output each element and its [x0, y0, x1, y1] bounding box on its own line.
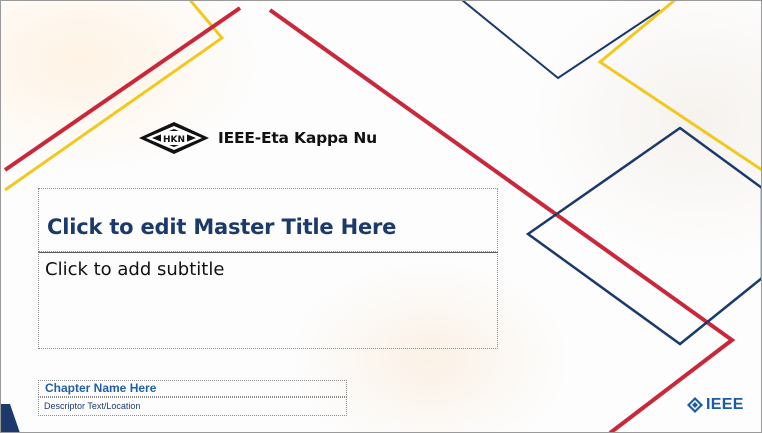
ieee-diamond-icon — [687, 397, 703, 413]
hkn-emblem-text: HKN — [163, 135, 185, 145]
descriptor-placeholder[interactable]: Descriptor Text/Location — [38, 397, 347, 416]
title-text: Click to edit Master Title Here — [47, 215, 397, 239]
navy-v-top — [461, 0, 661, 80]
slide-canvas: HKN IEEE-Eta Kappa Nu Click to edit Mast… — [0, 0, 762, 433]
title-placeholder[interactable]: Click to edit Master Title Here — [38, 188, 498, 252]
navy-diamond-right — [525, 126, 762, 346]
ieee-logo: IEEE — [686, 395, 744, 415]
hkn-diamond-icon: HKN — [139, 122, 209, 154]
subtitle-placeholder[interactable]: Click to add subtitle — [38, 252, 498, 349]
chapter-name-text: Chapter Name Here — [45, 381, 157, 395]
ieee-logo-text: IEEE — [706, 396, 744, 413]
organization-name: IEEE-Eta Kappa Nu — [218, 129, 377, 147]
descriptor-text: Descriptor Text/Location — [44, 401, 141, 411]
navy-corner-bottom-left — [0, 404, 20, 433]
gold-line-top-right — [597, 0, 762, 172]
hkn-logo: HKN IEEE-Eta Kappa Nu — [138, 121, 377, 155]
subtitle-text: Click to add subtitle — [45, 259, 225, 280]
chapter-name-placeholder[interactable]: Chapter Name Here — [38, 380, 347, 397]
